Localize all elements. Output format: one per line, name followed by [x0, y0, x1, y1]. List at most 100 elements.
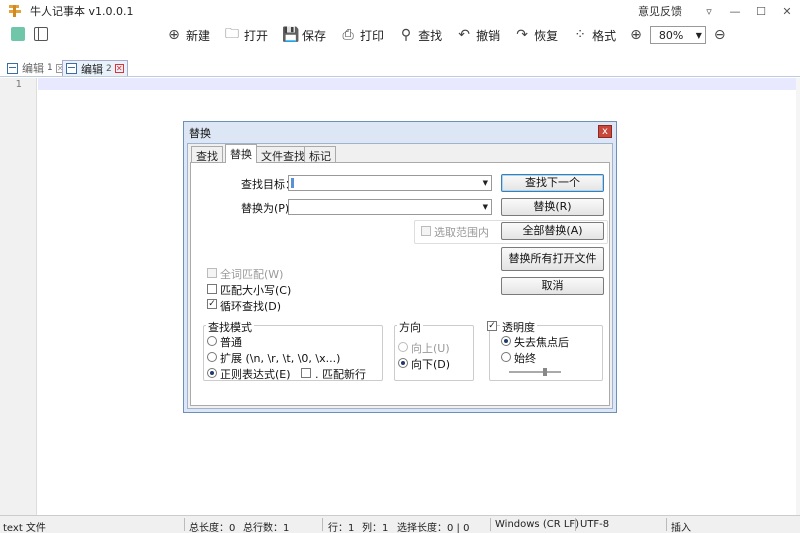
redo-label: 恢复: [534, 28, 559, 43]
document-icon: [66, 63, 77, 74]
dialog-body: 查找 替换 文件查找 标记 查找目标： ▼ 替换为(P)： ▼ 选取范围内 查找…: [187, 143, 613, 409]
find-button[interactable]: ⚲ 查找: [398, 27, 442, 44]
print-icon: ⎙: [342, 27, 354, 43]
replace-with-combo[interactable]: ▼: [288, 199, 492, 215]
save-icon: 💾: [282, 27, 300, 43]
status-lines: 总行数：1: [243, 523, 290, 533]
open-label: 打开: [244, 28, 269, 43]
direction-up-radio[interactable]: [398, 342, 408, 352]
status-length: 总长度：0: [189, 523, 236, 533]
view-mode-green-icon[interactable]: [11, 27, 25, 41]
mode-extended-label: 扩展 (\n, \r, \t, \0, \x...): [220, 352, 341, 365]
direction-down-radio[interactable]: [398, 358, 408, 368]
transparency-checkbox[interactable]: ✓: [487, 321, 497, 331]
match-case-label: 匹配大小写(C): [220, 284, 292, 297]
transparency-always-label: 始终: [514, 352, 536, 365]
tab-edit-1[interactable]: 编辑 1 ✕: [4, 60, 68, 76]
find-next-button[interactable]: 查找下一个: [501, 174, 604, 192]
tab-close-icon[interactable]: ✕: [114, 64, 124, 73]
mode-regex-radio[interactable]: [207, 368, 217, 378]
line-number: 1: [15, 79, 22, 90]
mode-normal-radio[interactable]: [207, 336, 217, 346]
mode-extended-radio[interactable]: [207, 352, 217, 362]
open-button[interactable]: 🗀 打开: [224, 23, 268, 47]
chevron-down-icon: ▼: [695, 30, 702, 40]
transparency-title: 透明度: [500, 319, 537, 335]
tab-label: 编辑: [81, 62, 103, 76]
redo-icon: ↷: [516, 27, 528, 43]
zoom-select[interactable]: 80% ▼: [649, 26, 706, 44]
cancel-button[interactable]: 取消: [501, 277, 604, 295]
text-cursor: [291, 178, 294, 188]
dot-newline-label: . 匹配新行: [315, 368, 366, 381]
save-label: 保存: [302, 28, 327, 43]
find-label: 查找: [418, 28, 443, 43]
dot-newline-checkbox[interactable]: [301, 368, 311, 378]
status-file-type: text 文件: [3, 523, 46, 533]
print-button[interactable]: ⎙ 打印: [340, 27, 384, 44]
zoom-in-icon[interactable]: ⊕: [630, 27, 642, 43]
format-label: 格式: [592, 28, 617, 43]
undo-button[interactable]: ↶ 撤销: [456, 27, 500, 44]
find-target-combo[interactable]: ▼: [288, 175, 492, 191]
undo-icon: ↶: [458, 27, 470, 43]
vertical-scrollbar[interactable]: [796, 78, 800, 515]
new-button[interactable]: ⊕ 新建: [166, 27, 210, 44]
status-bar: text 文件 总长度：0 总行数：1 行：1 列：1 选择长度：0 | 0 W…: [0, 515, 800, 533]
feedback-link[interactable]: 意见反馈: [638, 3, 682, 19]
replace-button[interactable]: 替换(R): [501, 198, 604, 216]
new-icon: ⊕: [168, 27, 180, 43]
status-row: 行：1: [328, 523, 355, 533]
tab-find[interactable]: 查找: [191, 146, 223, 163]
transparency-slider-thumb[interactable]: [543, 368, 547, 376]
document-tabs: 编辑 1 ✕ 编辑 2 ✕: [0, 59, 800, 77]
save-button[interactable]: 💾 保存: [282, 27, 326, 44]
minimize-button[interactable]: —: [722, 0, 748, 22]
redo-button[interactable]: ↷ 恢复: [514, 27, 558, 44]
print-label: 打印: [360, 28, 385, 43]
dialog-close-button[interactable]: x: [598, 125, 612, 138]
zoom-out-icon[interactable]: ⊖: [714, 27, 726, 43]
tab-mark[interactable]: 标记: [304, 146, 336, 163]
new-label: 新建: [186, 28, 211, 43]
tab-replace[interactable]: 替换: [225, 144, 257, 163]
tab-edit-2[interactable]: 编辑 2 ✕: [62, 60, 128, 76]
current-line-highlight[interactable]: [38, 78, 796, 90]
chevron-down-icon[interactable]: ▼: [483, 179, 488, 187]
transparency-lose-focus-radio[interactable]: [501, 336, 511, 346]
match-case-checkbox[interactable]: [207, 284, 217, 294]
whole-word-checkbox[interactable]: [207, 268, 217, 278]
mode-regex-label: 正则表达式(E): [220, 368, 291, 381]
format-button[interactable]: ⁘ 格式: [572, 27, 616, 44]
status-encoding: UTF-8: [580, 519, 610, 530]
tab-file-find[interactable]: 文件查找: [256, 146, 310, 163]
title-bar: 牛人记事本 v1.0.0.1 意见反馈 ▿ — ☐ ✕: [0, 0, 800, 22]
document-icon: [7, 62, 18, 74]
mode-normal-label: 普通: [220, 336, 242, 349]
wrap-around-checkbox[interactable]: ✓: [207, 299, 217, 309]
replace-all-button[interactable]: 全部替换(A): [501, 222, 604, 240]
in-selection-label: 选取范围内: [434, 226, 489, 239]
transparency-slider-track[interactable]: [509, 371, 561, 373]
replace-all-open-files-button[interactable]: 替换所有打开文件: [501, 247, 604, 271]
replace-dialog: 替换 x 查找 替换 文件查找 标记 查找目标： ▼ 替换为(P)： ▼ 选取范…: [183, 121, 617, 413]
chevron-down-icon[interactable]: ▼: [483, 203, 488, 211]
sidebar-toggle-icon[interactable]: [34, 27, 48, 41]
folder-icon: 🗀: [225, 26, 240, 42]
transparency-always-radio[interactable]: [501, 352, 511, 362]
tab-number: 1: [47, 63, 53, 73]
tab-label: 编辑: [22, 62, 44, 75]
app-logo-icon: [8, 4, 22, 18]
replace-tab-panel: 查找目标： ▼ 替换为(P)： ▼ 选取范围内 查找下一个 替换(R) 全部替换…: [190, 162, 610, 406]
app-title: 牛人记事本 v1.0.0.1: [30, 5, 134, 18]
whole-word-label: 全词匹配(W): [220, 268, 284, 281]
close-button[interactable]: ✕: [774, 0, 800, 22]
search-mode-title: 查找模式: [206, 319, 254, 335]
status-selection: 选择长度：0 | 0: [397, 523, 470, 533]
in-selection-checkbox[interactable]: [421, 226, 431, 236]
line-number-gutter: 1: [0, 78, 37, 515]
menu-dropdown-icon[interactable]: ▿: [696, 0, 722, 22]
maximize-button[interactable]: ☐: [748, 0, 774, 22]
search-icon: ⚲: [400, 27, 412, 43]
direction-down-label: 向下(D): [411, 358, 451, 371]
